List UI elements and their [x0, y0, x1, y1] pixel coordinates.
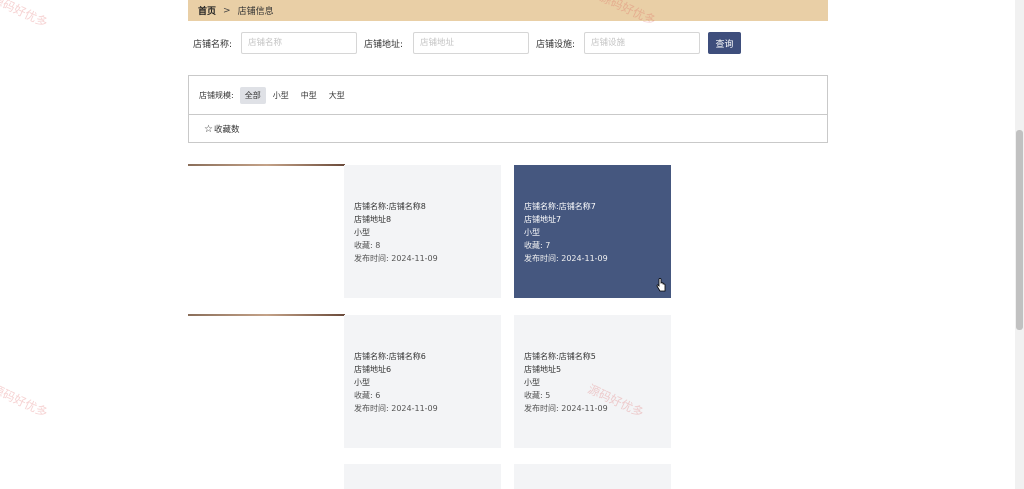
shop-card-published: 发布时间: 2024-11-09 — [354, 404, 438, 413]
shop-card[interactable]: 店铺名称:店铺名称7 店铺地址7 小型 收藏: 7 发布时间: 2024-11-… — [514, 165, 671, 298]
shop-facility-input[interactable] — [584, 32, 700, 54]
shop-card-name: 店铺名称:店铺名称7 — [524, 202, 596, 211]
shop-image[interactable] — [188, 164, 345, 166]
shop-image[interactable] — [188, 314, 345, 316]
shop-card-size: 小型 — [354, 378, 370, 387]
search-button[interactable]: 查询 — [708, 32, 741, 54]
breadcrumb-separator: > — [223, 5, 231, 16]
shop-address-label: 店铺地址: — [364, 40, 404, 50]
shop-card-address: 店铺地址6 — [354, 365, 392, 374]
breadcrumb-home[interactable]: 首页 — [198, 4, 216, 17]
shop-card[interactable] — [514, 464, 671, 489]
watermark: 源码好优多 — [0, 381, 50, 420]
breadcrumb-current: 店铺信息 — [237, 7, 274, 17]
size-filter-row: 店铺规模: 全部 小型 中型 大型 — [189, 76, 827, 115]
breadcrumb: 首页 > 店铺信息 — [188, 0, 828, 21]
shop-card-favorites: 收藏: 8 — [354, 241, 381, 250]
shop-card-size: 小型 — [354, 228, 370, 237]
shop-card-address: 店铺地址8 — [354, 215, 392, 224]
star-outline-icon: ☆ — [204, 123, 213, 135]
shop-card-favorites: 收藏: 6 — [354, 391, 381, 400]
shop-card-name: 店铺名称:店铺名称6 — [354, 352, 426, 361]
size-option-small[interactable]: 小型 — [268, 87, 294, 104]
sort-favorites[interactable]: ☆ 收藏数 — [189, 115, 827, 143]
shop-card-address: 店铺地址5 — [524, 365, 562, 374]
sort-favorites-label: 收藏数 — [213, 125, 240, 135]
shop-card-name: 店铺名称:店铺名称5 — [524, 352, 596, 361]
shop-card[interactable]: 店铺名称:店铺名称6 店铺地址6 小型 收藏: 6 发布时间: 2024-11-… — [344, 315, 501, 448]
shop-card[interactable] — [344, 464, 501, 489]
shop-card-published: 发布时间: 2024-11-09 — [524, 254, 608, 263]
size-option-all[interactable]: 全部 — [239, 86, 266, 104]
shop-card-published: 发布时间: 2024-11-09 — [524, 404, 608, 413]
size-option-large[interactable]: 大型 — [324, 87, 350, 104]
scrollbar-thumb[interactable] — [1016, 130, 1023, 330]
page-scrollbar[interactable] — [1015, 0, 1024, 489]
shop-card-name: 店铺名称:店铺名称8 — [354, 202, 426, 211]
shop-facility-label: 店铺设施: — [536, 40, 576, 50]
size-filter-label: 店铺规模: — [199, 90, 234, 100]
shop-address-input[interactable] — [413, 32, 529, 54]
hand-cursor-icon — [656, 278, 666, 292]
search-bar: 店铺名称: 店铺地址: 店铺设施: 查询 — [188, 32, 828, 54]
watermark: 源码好优多 — [0, 0, 50, 30]
shop-name-input[interactable] — [241, 32, 357, 54]
shop-card-favorites: 收藏: 7 — [524, 241, 551, 250]
shop-card-size: 小型 — [524, 228, 540, 237]
filter-panel: 店铺规模: 全部 小型 中型 大型 ☆ 收藏数 — [188, 75, 828, 143]
shop-card-address: 店铺地址7 — [524, 215, 562, 224]
size-option-medium[interactable]: 中型 — [296, 87, 322, 104]
shop-name-label: 店铺名称: — [193, 40, 233, 50]
shop-card-published: 发布时间: 2024-11-09 — [354, 254, 438, 263]
shop-card[interactable]: 店铺名称:店铺名称8 店铺地址8 小型 收藏: 8 发布时间: 2024-11-… — [344, 165, 501, 298]
